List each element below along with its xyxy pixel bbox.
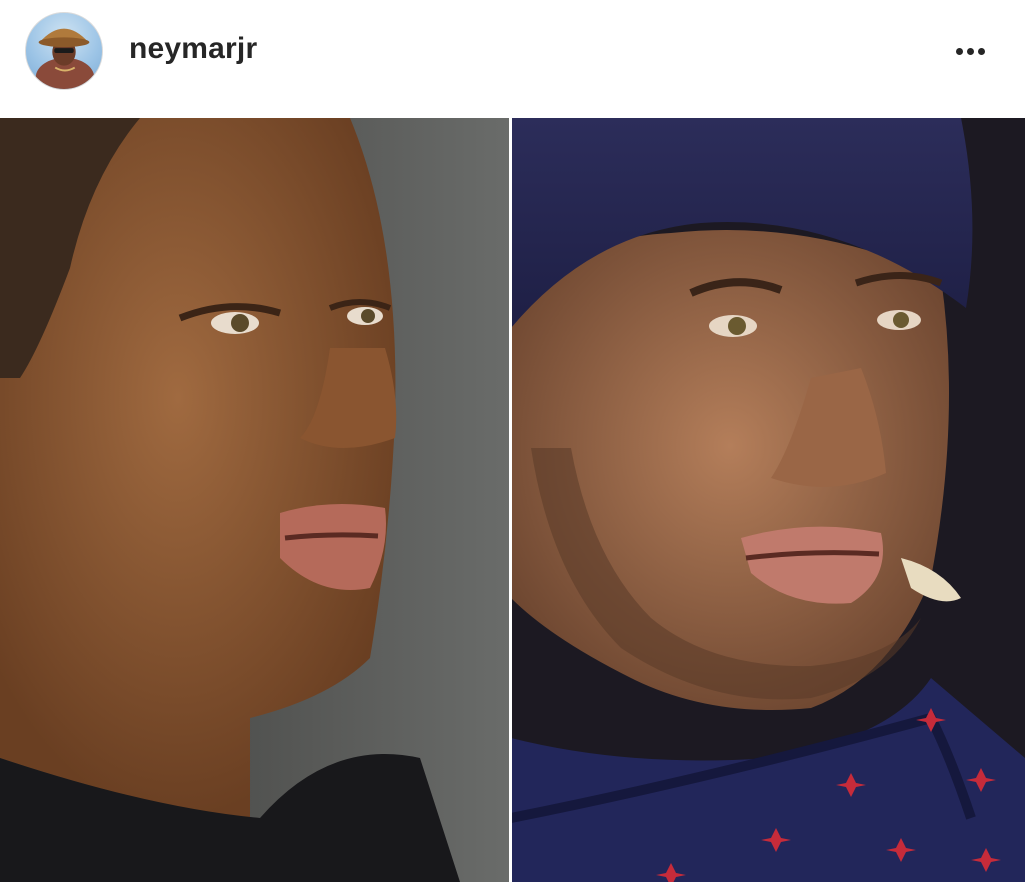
- more-dot-icon: [977, 47, 985, 55]
- post-header: neymarjr: [0, 0, 1025, 118]
- post-image[interactable]: [0, 118, 1025, 882]
- more-options-button[interactable]: [948, 36, 992, 66]
- avatar-image: [35, 28, 95, 89]
- username[interactable]: neymarjr: [129, 32, 257, 66]
- more-dot-icon: [966, 47, 974, 55]
- photo-left: [0, 118, 511, 882]
- portrait-adult: [511, 118, 1025, 882]
- photo-right: [511, 118, 1025, 882]
- image-divider: [509, 118, 512, 882]
- portrait-young: [0, 118, 511, 882]
- avatar[interactable]: [25, 12, 103, 90]
- more-dot-icon: [955, 47, 963, 55]
